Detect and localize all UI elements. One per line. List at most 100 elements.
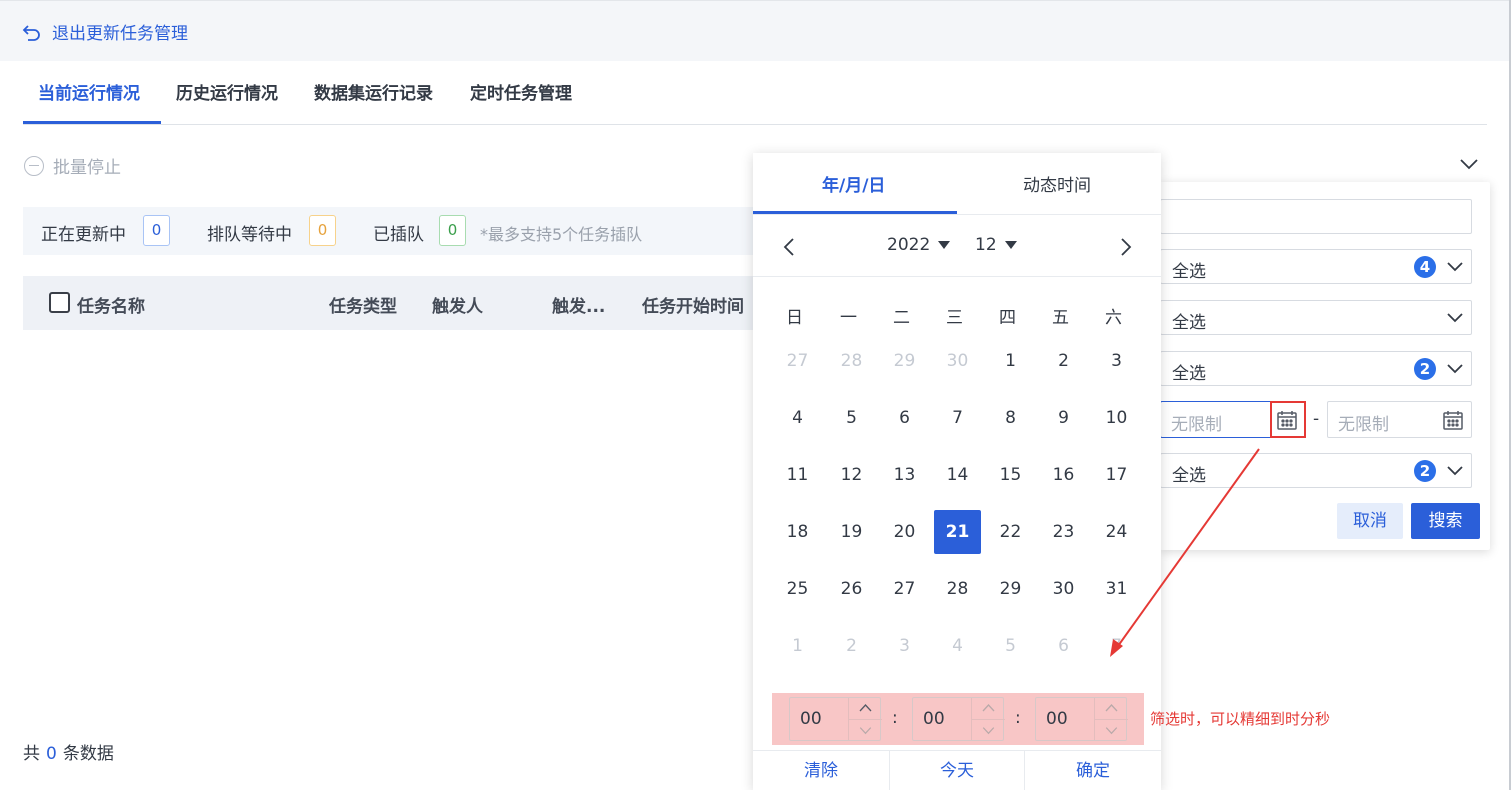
calendar-day[interactable]: 17 xyxy=(1093,453,1140,497)
time-picker-highlight: 00 : 00 : 00 xyxy=(772,693,1144,745)
total-suffix: 条数据 xyxy=(62,744,114,764)
calendar-day[interactable]: 2 xyxy=(828,624,875,668)
calendar-day[interactable]: 12 xyxy=(828,453,875,497)
cancel-button[interactable]: 取消 xyxy=(1337,503,1403,539)
decrement-icon[interactable] xyxy=(972,719,1005,740)
calendar-day[interactable]: 13 xyxy=(881,453,928,497)
second-input[interactable]: 00 xyxy=(1035,697,1128,741)
calendar-day[interactable]: 1 xyxy=(987,339,1034,383)
batch-stop-label: 批量停止 xyxy=(53,158,121,178)
tab-dataset-run-log[interactable]: 数据集运行记录 xyxy=(314,79,433,104)
calendar-day[interactable]: 4 xyxy=(934,624,981,668)
time-separator: : xyxy=(892,708,898,728)
calendar-day[interactable]: 29 xyxy=(881,339,928,383)
month-select[interactable]: 12 xyxy=(975,235,1017,255)
minus-circle-icon xyxy=(24,155,44,176)
year-value: 2022 xyxy=(887,235,931,255)
calendar-day[interactable]: 26 xyxy=(828,567,875,611)
calendar-day[interactable]: 16 xyxy=(1040,453,1087,497)
increment-icon[interactable] xyxy=(972,698,1005,719)
calendar-day[interactable]: 6 xyxy=(1040,624,1087,668)
next-month-icon[interactable] xyxy=(1114,236,1136,258)
calendar-day[interactable]: 3 xyxy=(1093,339,1140,383)
hour-input[interactable]: 00 xyxy=(789,697,882,741)
calendar-day[interactable]: 31 xyxy=(1093,567,1140,611)
weekday-label: 四 xyxy=(999,308,1016,328)
calendar-day[interactable]: 3 xyxy=(881,624,928,668)
minute-value: 00 xyxy=(923,709,945,729)
weekday-label: 五 xyxy=(1052,308,1069,328)
tab-scheduled-task[interactable]: 定时任务管理 xyxy=(470,79,572,104)
calendar-day-selected[interactable]: 21 xyxy=(934,510,981,554)
clear-button[interactable]: 清除 xyxy=(753,751,889,790)
calendar-day[interactable]: 22 xyxy=(987,510,1034,554)
calendar-day[interactable]: 29 xyxy=(987,567,1034,611)
calendar-day[interactable]: 20 xyxy=(881,510,928,554)
calendar-day[interactable]: 23 xyxy=(1040,510,1087,554)
confirm-button[interactable]: 确定 xyxy=(1025,751,1161,790)
time-separator: : xyxy=(1015,708,1021,728)
calendar-day[interactable]: 24 xyxy=(1093,510,1140,554)
inserted-label: 已插队 xyxy=(373,225,424,245)
calendar-day[interactable]: 4 xyxy=(774,396,821,440)
calendar-day[interactable]: 15 xyxy=(987,453,1034,497)
calendar-day[interactable]: 2 xyxy=(1040,339,1087,383)
column-trigger-user[interactable]: 触发人 xyxy=(432,292,483,317)
select-all-checkbox[interactable] xyxy=(49,292,70,313)
chevron-down-icon xyxy=(1447,313,1463,323)
filter-select-2[interactable]: 全选 xyxy=(1160,300,1472,335)
calendar-day[interactable]: 11 xyxy=(774,453,821,497)
calendar-day[interactable]: 28 xyxy=(934,567,981,611)
divider xyxy=(753,276,1161,277)
increment-icon[interactable] xyxy=(1095,698,1128,719)
calendar-day[interactable]: 30 xyxy=(934,339,981,383)
batch-stop-button[interactable]: 批量停止 xyxy=(24,153,121,178)
calendar-day[interactable]: 18 xyxy=(774,510,821,554)
filter-search-input[interactable] xyxy=(1160,199,1472,234)
filter-select-1[interactable]: 全选 4 xyxy=(1160,249,1472,284)
decrement-icon[interactable] xyxy=(849,719,882,740)
calendar-day[interactable]: 10 xyxy=(1093,396,1140,440)
calendar-day[interactable]: 28 xyxy=(828,339,875,383)
year-select[interactable]: 2022 xyxy=(887,235,951,255)
increment-icon[interactable] xyxy=(849,698,882,719)
tab-current-run[interactable]: 当前运行情况 xyxy=(38,79,140,104)
calendar-day[interactable]: 9 xyxy=(1040,396,1087,440)
prev-month-icon[interactable] xyxy=(779,236,801,258)
calendar-day[interactable]: 6 xyxy=(881,396,928,440)
calendar-day[interactable]: 7 xyxy=(1093,624,1140,668)
column-task-type[interactable]: 任务类型 xyxy=(329,292,397,317)
calendar-day[interactable]: 25 xyxy=(774,567,821,611)
chevron-down-icon xyxy=(1447,364,1463,374)
chevron-down-icon xyxy=(1447,466,1463,476)
column-task-name[interactable]: 任务名称 xyxy=(77,292,145,317)
filter-select-3[interactable]: 全选 2 xyxy=(1160,351,1472,386)
calendar-day[interactable]: 14 xyxy=(934,453,981,497)
back-arrow-icon xyxy=(22,24,40,41)
calendar-day[interactable]: 5 xyxy=(987,624,1034,668)
divider xyxy=(753,214,1161,215)
calendar-day[interactable]: 5 xyxy=(828,396,875,440)
caret-down-icon xyxy=(938,241,951,249)
tab-dynamic-time[interactable]: 动态时间 xyxy=(1023,171,1091,196)
minute-input[interactable]: 00 xyxy=(912,697,1005,741)
chevron-down-icon[interactable] xyxy=(1458,153,1480,175)
calendar-day[interactable]: 30 xyxy=(1040,567,1087,611)
date-end-input[interactable]: 无限制 xyxy=(1327,401,1472,438)
filter-select-4[interactable]: 全选 2 xyxy=(1160,453,1472,488)
calendar-day[interactable]: 1 xyxy=(774,624,821,668)
calendar-day[interactable]: 27 xyxy=(774,339,821,383)
column-trigger-method[interactable]: 触发... xyxy=(552,292,605,317)
tab-history-run[interactable]: 历史运行情况 xyxy=(176,79,278,104)
search-button[interactable]: 搜索 xyxy=(1411,503,1480,539)
today-button[interactable]: 今天 xyxy=(890,751,1024,790)
calendar-day[interactable]: 8 xyxy=(987,396,1034,440)
calendar-day[interactable]: 7 xyxy=(934,396,981,440)
decrement-icon[interactable] xyxy=(1095,719,1128,740)
calendar-icon[interactable] xyxy=(1442,409,1464,431)
exit-update-task-link[interactable]: 退出更新任务管理 xyxy=(22,19,188,44)
tab-date[interactable]: 年/月/日 xyxy=(822,171,885,196)
calendar-day[interactable]: 27 xyxy=(881,567,928,611)
calendar-day[interactable]: 19 xyxy=(828,510,875,554)
column-start-time[interactable]: 任务开始时间 xyxy=(642,292,744,317)
